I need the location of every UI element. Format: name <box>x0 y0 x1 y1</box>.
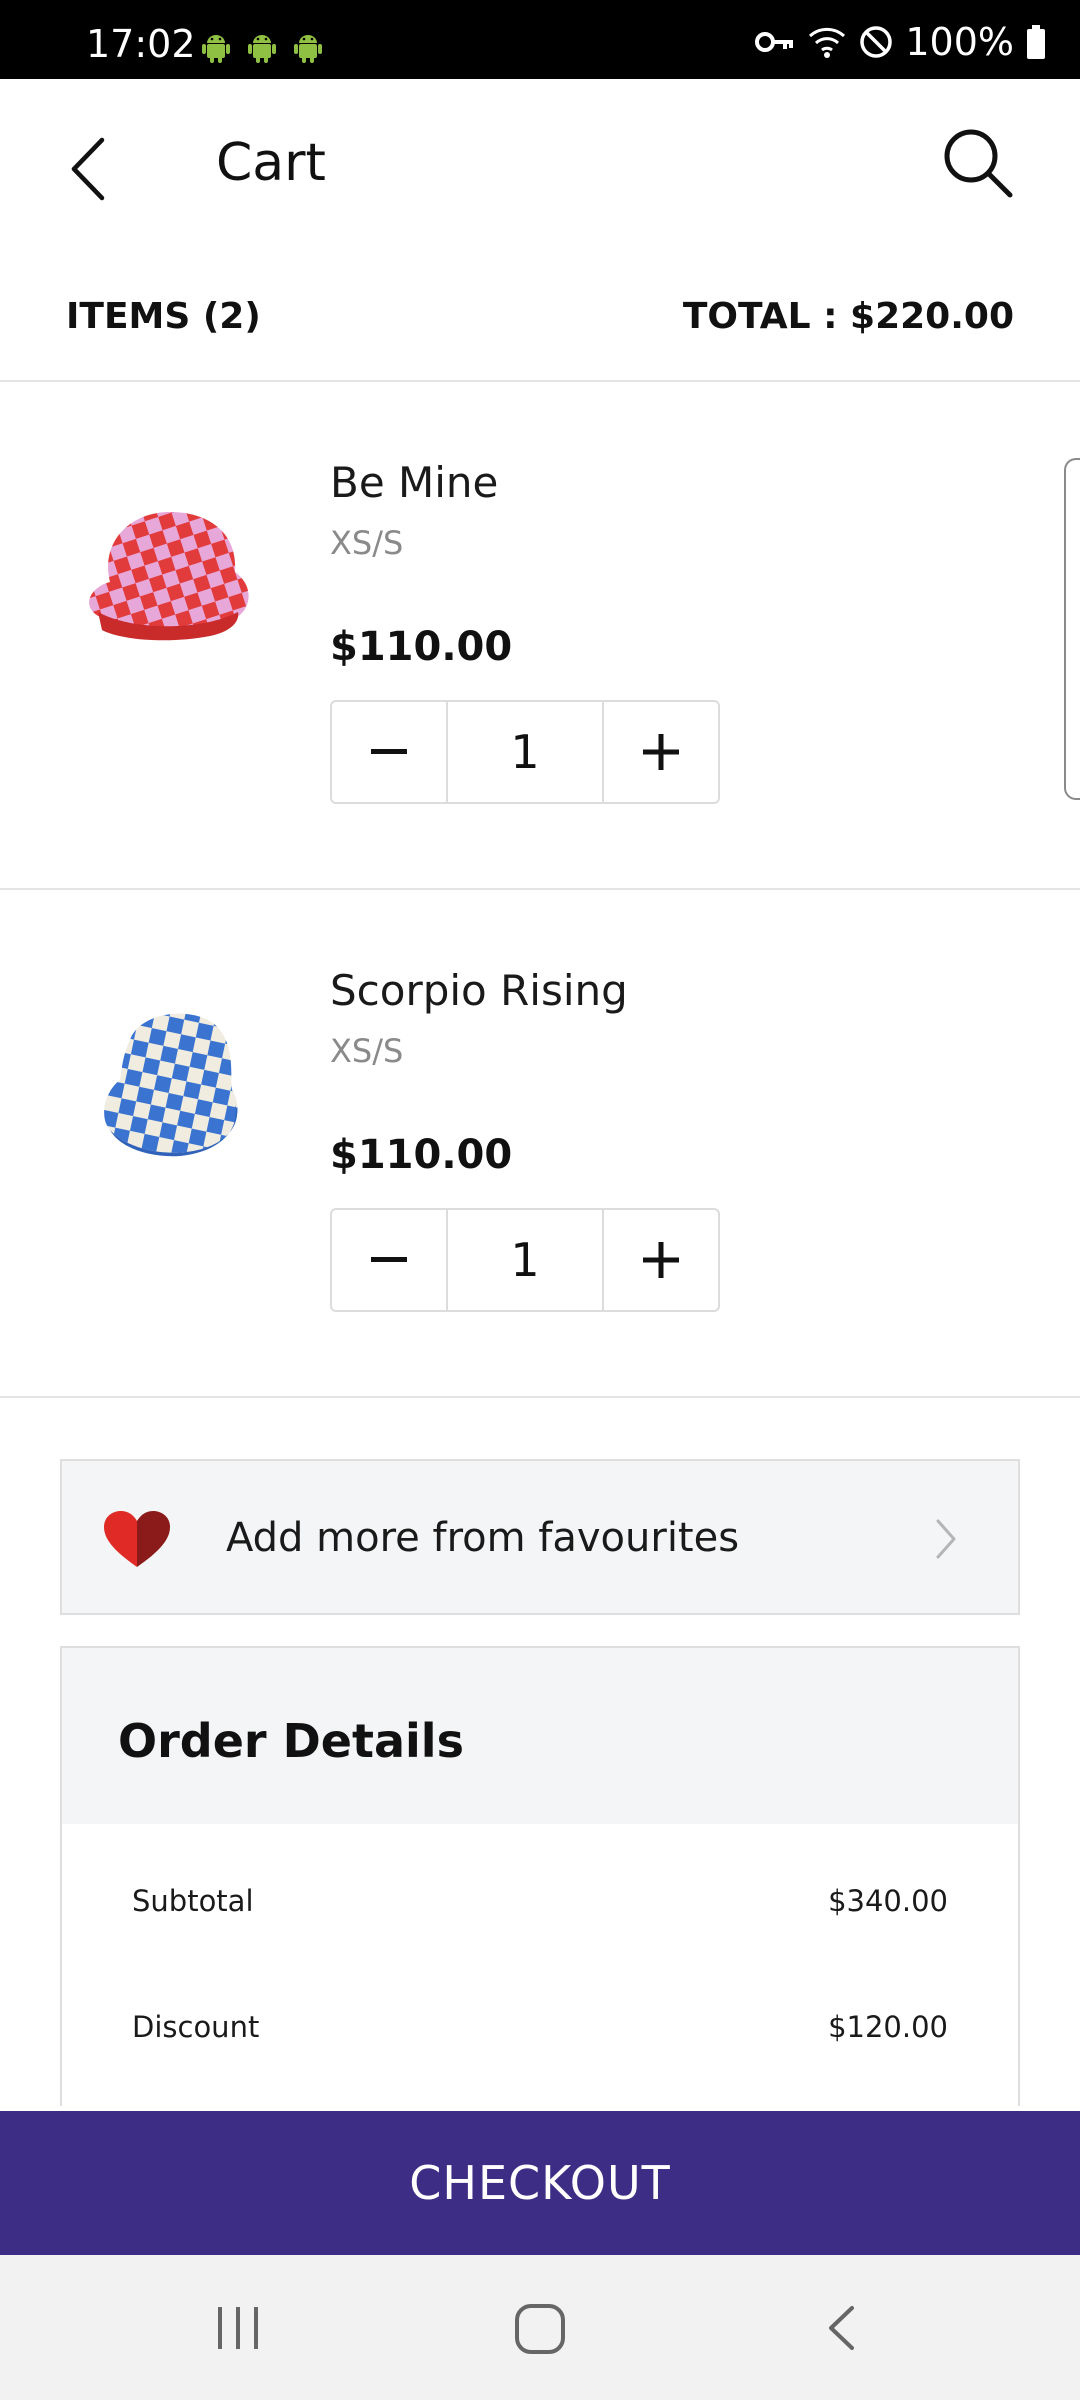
app-header: Cart <box>0 79 1080 254</box>
cart-summary: ITEMS (2) TOTAL : $220.00 <box>0 254 1080 382</box>
product-name[interactable]: Scorpio Rising <box>330 966 628 1015</box>
order-details: Order Details Subtotal $340.00 Discount … <box>60 1646 1020 2106</box>
discount-label: Discount <box>132 2010 260 2044</box>
quantity-value: 1 <box>446 1210 604 1310</box>
product-name[interactable]: Be Mine <box>330 458 498 507</box>
order-details-title: Order Details <box>118 1714 464 1768</box>
system-nav-bar <box>0 2255 1080 2400</box>
favourites-label: Add more from favourites <box>226 1515 740 1561</box>
wifi-icon <box>809 27 846 58</box>
decrease-quantity-button[interactable] <box>332 1210 446 1310</box>
product-image <box>104 1013 238 1157</box>
cart-item[interactable]: Be Mine XS/S $110.00 1 <box>0 382 1080 890</box>
back-button[interactable] <box>58 129 118 209</box>
recent-apps-icon[interactable] <box>214 2305 262 2351</box>
add-from-favourites-button[interactable]: Add more from favourites <box>60 1459 1020 1615</box>
subtotal-row: Subtotal $340.00 <box>132 1884 948 1918</box>
battery-level: 100% <box>905 20 1014 64</box>
product-image <box>89 512 249 641</box>
discount-row: Discount $120.00 <box>132 2010 948 2044</box>
notification-icons <box>200 32 324 64</box>
heart-icon <box>104 1511 170 1567</box>
increase-quantity-button[interactable] <box>604 1210 718 1310</box>
minus-icon <box>371 749 407 754</box>
status-right: 100% <box>755 20 1046 64</box>
quantity-value: 1 <box>446 702 604 802</box>
cart-item[interactable]: Scorpio Rising XS/S $110.00 1 <box>0 890 1080 1398</box>
status-time: 17:02 <box>86 22 196 66</box>
back-icon[interactable] <box>826 2305 856 2351</box>
page-title: Cart <box>216 133 326 193</box>
product-price: $110.00 <box>330 624 513 670</box>
vpn-key-icon <box>755 32 794 52</box>
product-price: $110.00 <box>330 1132 513 1178</box>
home-icon[interactable] <box>514 2303 566 2355</box>
product-size: XS/S <box>330 1032 404 1070</box>
chevron-right-icon <box>936 1519 956 1559</box>
subtotal-label: Subtotal <box>132 1884 254 1918</box>
chevron-left-icon <box>71 137 105 201</box>
plus-icon <box>643 1242 679 1278</box>
edge-panel-handle[interactable] <box>1064 458 1080 800</box>
cart-total: TOTAL : $220.00 <box>682 296 1014 337</box>
search-button[interactable] <box>940 125 1016 201</box>
android-icon <box>248 35 276 63</box>
discount-value: $120.00 <box>828 2010 948 2044</box>
order-details-header: Order Details <box>62 1648 1018 1824</box>
quantity-stepper: 1 <box>330 700 720 804</box>
items-count: ITEMS (2) <box>66 296 261 337</box>
search-icon <box>944 129 1013 198</box>
status-bar: 17:02 100% <box>0 0 1080 79</box>
minus-icon <box>371 1257 407 1262</box>
product-size: XS/S <box>330 524 404 562</box>
android-icon <box>294 35 322 63</box>
do-not-disturb-icon <box>860 26 893 58</box>
battery-icon <box>1027 25 1045 59</box>
android-icon <box>202 35 230 63</box>
checkout-button[interactable]: CHECKOUT <box>0 2111 1080 2255</box>
decrease-quantity-button[interactable] <box>332 702 446 802</box>
subtotal-value: $340.00 <box>828 1884 948 1918</box>
plus-icon <box>643 734 679 770</box>
quantity-stepper: 1 <box>330 1208 720 1312</box>
increase-quantity-button[interactable] <box>604 702 718 802</box>
